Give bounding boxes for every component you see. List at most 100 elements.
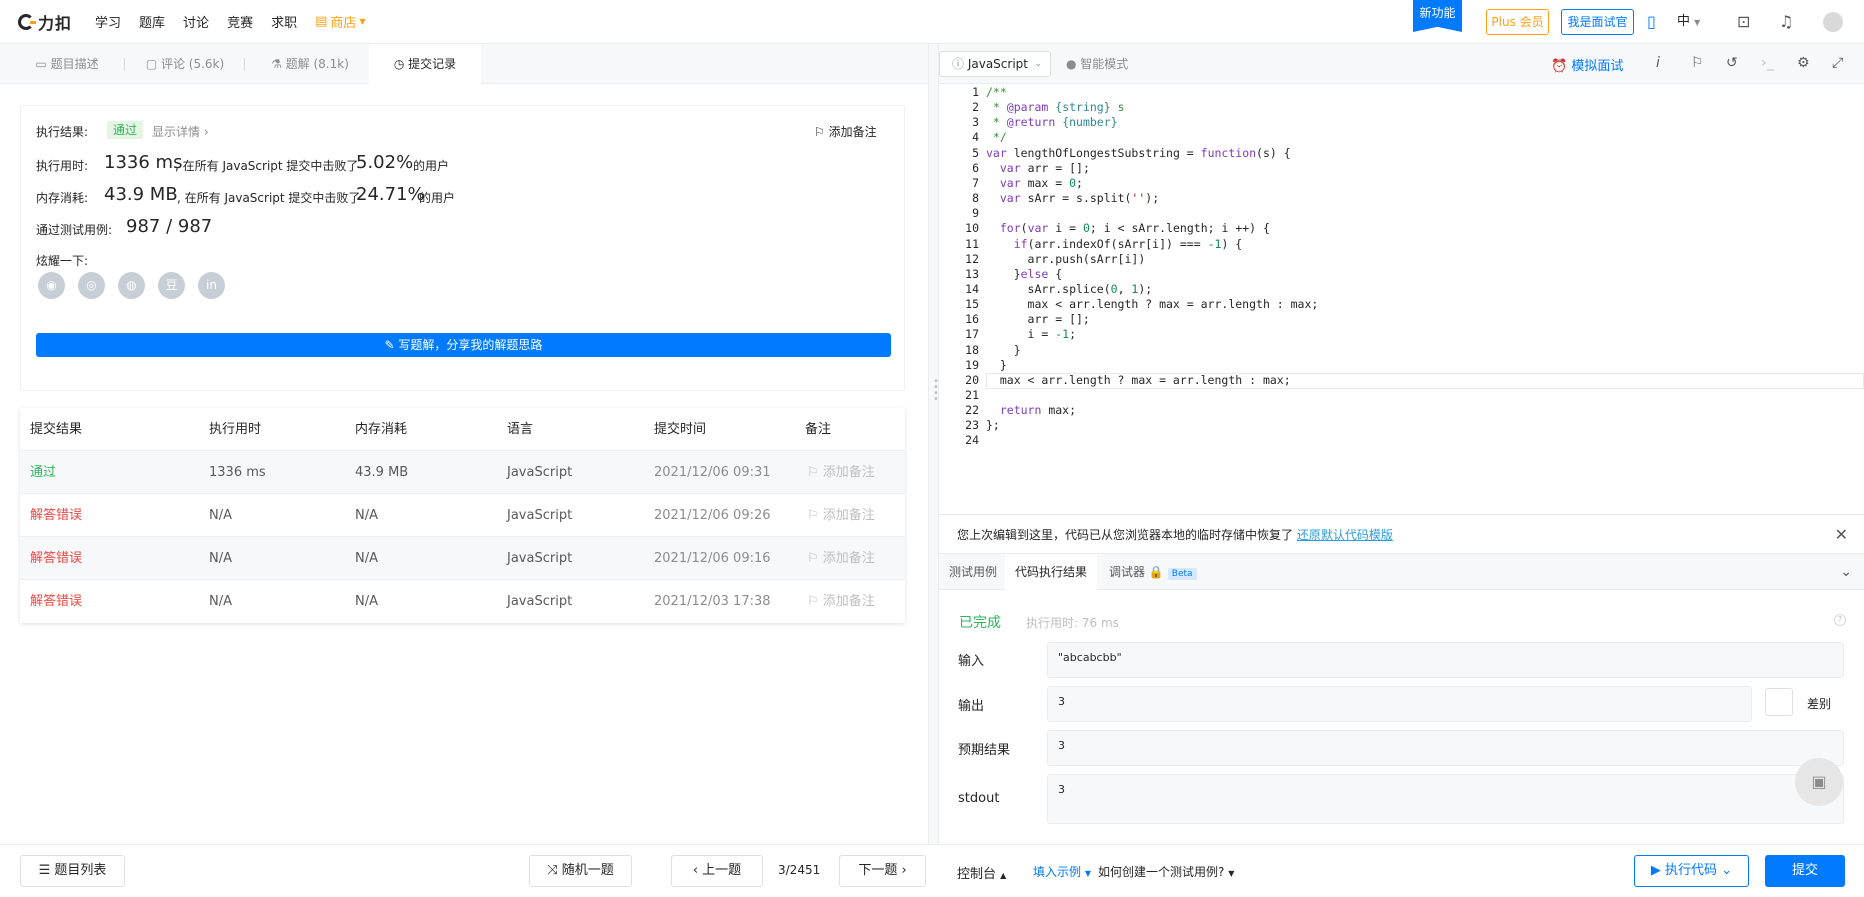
next-problem-button[interactable]: 下一题 › [839,855,926,887]
fullscreen-icon[interactable]: ⤢ [1832,55,1843,71]
tab-solutions[interactable]: ⚗ 题解 (8.1k) [250,44,370,84]
plus-member-button[interactable]: Plus 会员 [1486,9,1549,35]
line-number: 14 [965,281,979,296]
mock-interview-button[interactable]: ⏰ 模拟面试 [1551,55,1623,74]
row-add-note[interactable]: ⚐ 添加备注 [807,451,875,494]
nav-problems[interactable]: 题库 [139,12,165,31]
code-line[interactable]: } [986,358,1007,372]
row-runtime: 1336 ms [209,465,266,480]
table-row[interactable]: 解答错误 N/A N/A JavaScript 2021/12/06 09:16… [20,537,905,580]
run-code-button[interactable]: ▶ 执行代码 ⌄ [1634,855,1749,887]
pane-resizer[interactable]: • • • • [928,44,939,844]
language-select[interactable]: ⓘ JavaScript ⌄ [939,51,1051,77]
status-badge: 通过 [107,121,143,139]
code-line[interactable]: */ [986,130,1007,144]
submit-button[interactable]: 提交 [1765,855,1845,887]
terminal-icon[interactable]: ›_ [1761,55,1774,71]
code-line[interactable]: sArr.splice(0, 1); [986,282,1153,296]
code-line[interactable]: max < arr.length ? max = arr.length : ma… [986,297,1319,311]
row-status[interactable]: 通过 [30,451,56,494]
nav-learn[interactable]: 学习 [95,12,121,31]
settings-icon[interactable]: ⚙ [1797,55,1810,71]
line-number: 10 [965,221,979,236]
diff-label: 差别 [1807,697,1832,711]
code-line[interactable]: max < arr.length ? max = arr.length : ma… [986,373,1291,387]
code-line[interactable]: }else { [986,267,1063,281]
row-status[interactable]: 解答错误 [30,537,82,580]
row-status[interactable]: 解答错误 [30,494,82,537]
tab-description[interactable]: ▭ 题目描述 [12,44,122,84]
douban-icon[interactable]: 豆 [158,272,185,299]
restore-default-link[interactable]: 还原默认代码模版 [1297,528,1393,542]
leetcode-logo[interactable]: 力扣 [18,10,72,34]
code-line[interactable]: /** [986,85,1007,99]
share-label: 炫耀一下: [36,254,89,268]
notes-icon[interactable]: ▣ [1795,758,1843,806]
nav-discuss[interactable]: 讨论 [183,12,209,31]
mobile-icon[interactable]: ▯ [1647,12,1656,32]
smart-mode-toggle[interactable]: ● 智能模式 [1066,55,1128,72]
add-note-button[interactable]: ⚐ 添加备注 [814,123,877,140]
code-line[interactable]: for(var i = 0; i < sArr.length; i ++) { [986,221,1270,235]
tab-testcase[interactable]: 测试用例 [949,554,997,590]
show-detail-link[interactable]: 显示详情 › [152,123,209,140]
code-line[interactable]: return max; [986,403,1076,417]
prev-problem-button[interactable]: ‹ 上一题 [671,855,763,887]
table-row[interactable]: 解答错误 N/A N/A JavaScript 2021/12/03 17:38… [20,580,905,623]
tab-debugger[interactable]: 调试器 🔒 Beta [1109,554,1197,590]
code-line[interactable]: }; [986,418,1000,432]
code-line[interactable]: var sArr = s.split(''); [986,191,1159,205]
write-solution-button[interactable]: ✎ 写题解，分享我的解题思路 [36,333,891,357]
language-switch[interactable]: 中 ▼ [1677,12,1700,33]
row-runtime: N/A [209,508,232,523]
row-add-note[interactable]: ⚐ 添加备注 [807,494,875,537]
code-line[interactable]: arr = []; [986,312,1090,326]
playground-icon[interactable]: ⊡ [1737,12,1750,32]
row-status[interactable]: 解答错误 [30,580,82,623]
linkedin-icon[interactable]: in [198,272,225,299]
code-editor[interactable]: 1 2 3 4 5 6 7 8 9 10 11 12 13 14 15 16 17 18 19 20 21 22 23 24 … [939,84,1864,514]
bell-icon[interactable]: ♫ [1779,12,1793,32]
code-line[interactable]: if(arr.indexOf(sArr[i]) === -1) { [986,237,1243,251]
info-icon[interactable]: i [1656,55,1660,71]
nav-store[interactable]: ▤ 商店 ▼ [315,12,365,31]
row-add-note[interactable]: ⚐ 添加备注 [807,580,875,623]
collapse-chevron-icon[interactable]: ⌄ [1840,554,1852,590]
code-line[interactable]: * @param {string} s [986,100,1125,114]
tab-submissions[interactable]: ◷ 提交记录 [369,44,481,84]
row-memory: N/A [355,594,378,609]
table-row[interactable]: 解答错误 N/A N/A JavaScript 2021/12/06 09:26… [20,494,905,537]
table-row[interactable]: 通过 1336 ms 43.9 MB JavaScript 2021/12/06… [20,451,905,494]
code-line[interactable]: * @return {number} [986,115,1118,129]
code-line[interactable]: i = -1; [986,327,1077,341]
row-add-note[interactable]: ⚐ 添加备注 [807,537,875,580]
nav-jobs[interactable]: 求职 [271,12,297,31]
interviewer-button[interactable]: 我是面试官 [1561,9,1634,35]
chevron-right-icon: › [897,863,907,878]
weibo-icon[interactable]: ◎ [78,272,105,299]
flag-icon[interactable]: ⚐ [1691,55,1704,71]
code-line[interactable]: arr.push(sArr[i]) [986,252,1146,266]
nav-contest[interactable]: 竞赛 [227,12,253,31]
info-icon: ⓘ [952,57,968,71]
code-line[interactable]: var arr = []; [986,161,1090,175]
code-line[interactable]: var max = 0; [986,176,1083,190]
how-to-testcase-link[interactable]: 如何创建一个测试用例? ▼ [1098,863,1234,880]
console-toggle[interactable]: 控制台 ▲ [957,863,1006,882]
qq-icon[interactable]: ◍ [118,272,145,299]
help-icon[interactable]: ? [1834,614,1846,626]
wechat-icon[interactable]: ◉ [38,272,65,299]
tab-run-result[interactable]: 代码执行结果 [1005,554,1098,590]
problem-list-button[interactable]: ☰ 题目列表 [20,855,125,887]
diff-checkbox[interactable] [1765,688,1793,716]
reset-icon[interactable]: ↺ [1726,55,1738,71]
random-problem-button[interactable]: ⤨ 随机一题 [529,855,632,887]
close-icon[interactable]: ✕ [1835,515,1848,555]
tab-comments[interactable]: ▢ 评论 (5.6k) [130,44,240,84]
code-line[interactable]: } [986,343,1021,357]
avatar[interactable] [1823,12,1843,32]
clock-icon: ◷ [393,57,409,71]
memory-users: 的用户 [419,191,456,205]
fill-example-button[interactable]: 填入示例 ▼ [1033,863,1091,880]
code-line[interactable]: var lengthOfLongestSubstring = function(… [986,146,1291,160]
